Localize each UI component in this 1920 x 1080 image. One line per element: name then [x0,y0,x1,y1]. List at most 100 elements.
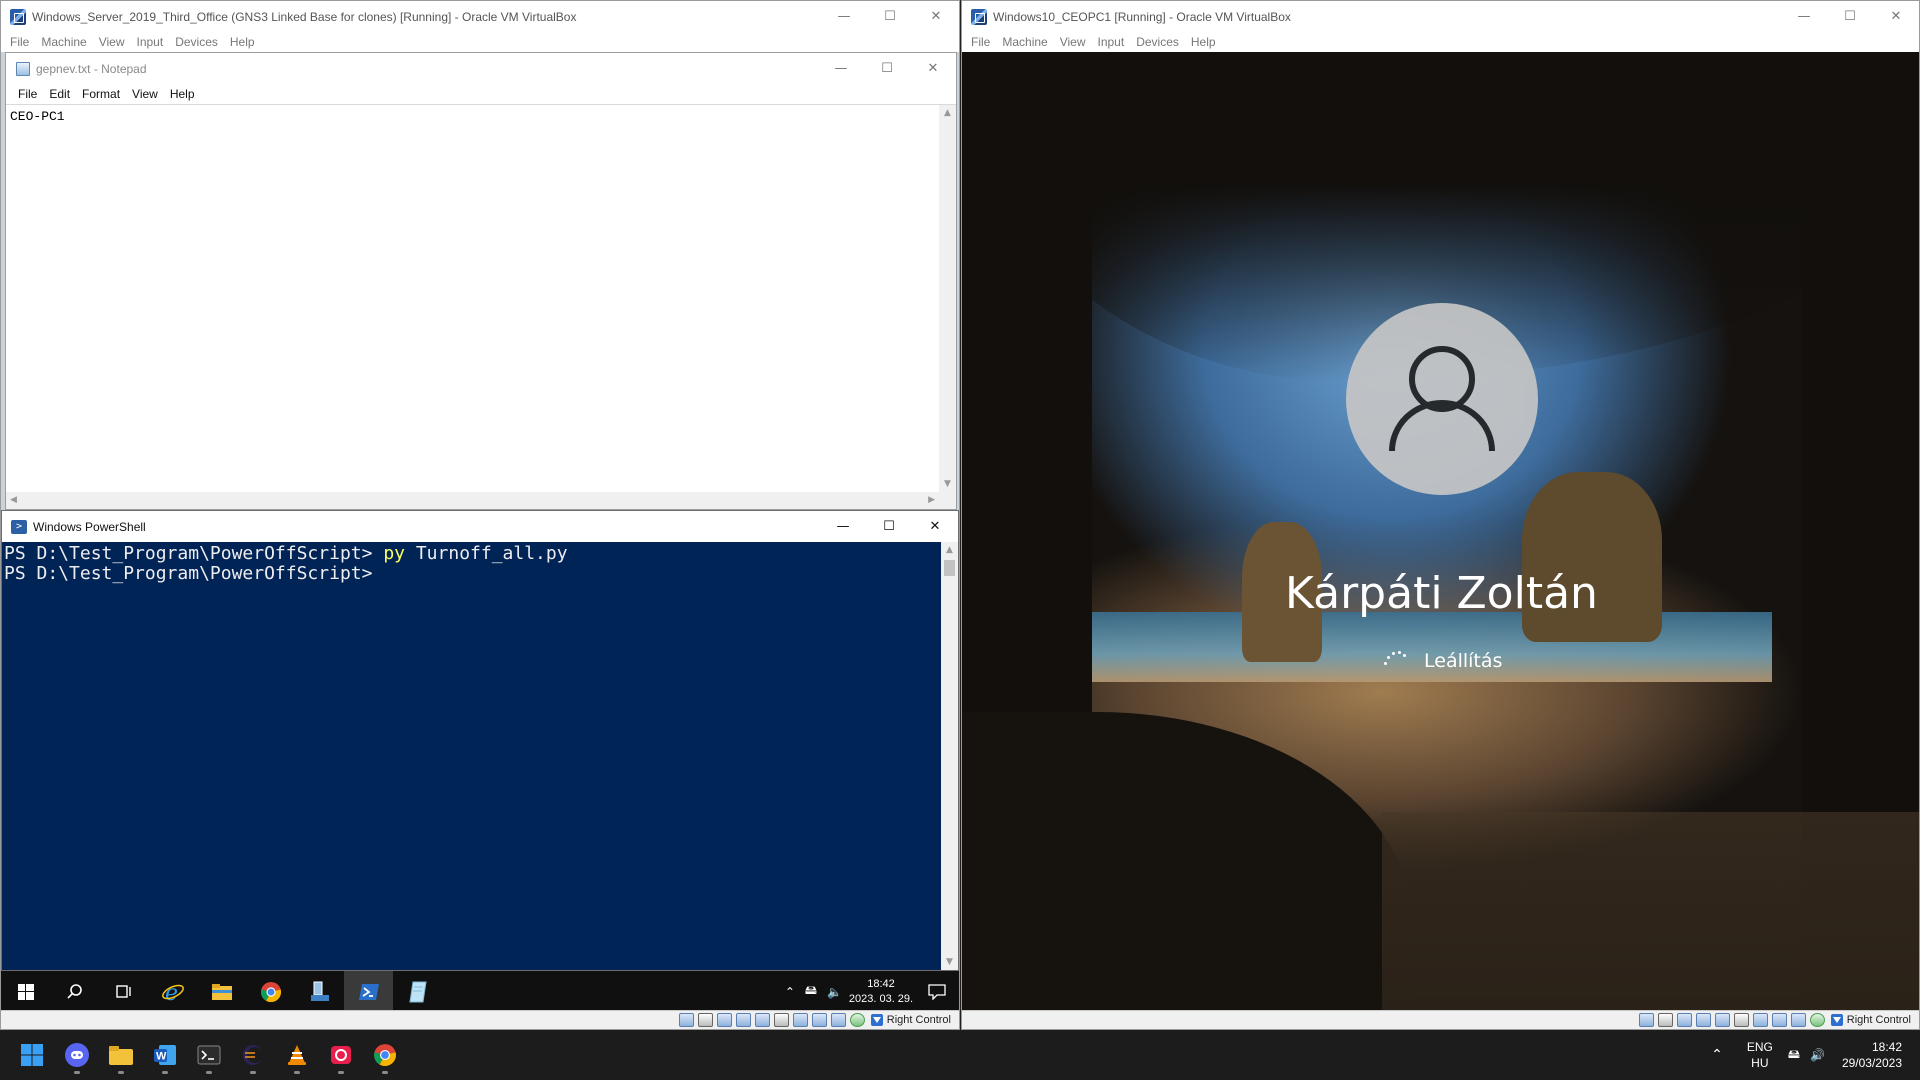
scroll-down-icon[interactable]: ▼ [946,957,953,967]
close-button[interactable]: ✕ [912,511,958,542]
scrollbar-thumb[interactable] [944,560,955,576]
maximize-button[interactable]: ☐ [1827,1,1873,32]
audio-icon[interactable] [716,1013,732,1027]
title-bar[interactable]: Windows_Server_2019_Third_Office (GNS3 L… [1,1,959,32]
shared-folders-icon[interactable] [773,1013,789,1027]
chevron-up-icon[interactable]: ⌃ [785,985,795,999]
host-key-icon[interactable] [1830,1014,1843,1026]
taskbar-file-explorer[interactable] [197,971,246,1012]
speaker-muted-icon[interactable]: 🔈 [827,985,842,999]
virtualbox-window-win10[interactable]: Windows10_CEOPC1 [Running] - Oracle VM V… [961,0,1920,1030]
scroll-up-icon[interactable]: ▲ [946,545,953,555]
virtualbox-window-server[interactable]: Windows_Server_2019_Third_Office (GNS3 L… [0,0,960,1030]
mouse-integration-icon[interactable] [1809,1013,1825,1027]
host-taskbar-eclipse[interactable] [233,1035,273,1075]
cpu-icon[interactable] [1790,1013,1806,1027]
menu-help[interactable]: Help [230,35,255,49]
horizontal-scrollbar[interactable]: ◀ ▶ [6,492,939,509]
vertical-scrollbar[interactable]: ▲ ▼ [941,542,958,970]
language-indicator[interactable]: ENG HU [1747,1039,1773,1071]
start-button[interactable] [1,971,50,1012]
optical-drive-icon[interactable] [697,1013,713,1027]
task-view-button[interactable] [99,971,148,1012]
minimize-button[interactable]: — [818,53,864,84]
host-clock[interactable]: 18:42 29/03/2023 [1842,1039,1902,1071]
close-button[interactable]: ✕ [913,1,959,32]
powershell-console[interactable]: PS D:\Test_Program\PowerOffScript> py Tu… [2,542,941,970]
powershell-window[interactable]: > Windows PowerShell — ☐ ✕ PS D:\Test_Pr… [1,510,959,971]
menu-edit[interactable]: Edit [49,87,70,101]
menu-format[interactable]: Format [82,87,120,101]
menu-file[interactable]: File [10,35,29,49]
display-icon[interactable] [1752,1013,1768,1027]
host-taskbar-screen-recorder[interactable] [321,1035,361,1075]
network-icon[interactable]: 🖴 [1788,1045,1800,1066]
volume-icon[interactable]: 🔊 [1810,1048,1825,1062]
menu-view[interactable]: View [99,35,125,49]
host-taskbar-terminal[interactable] [189,1035,229,1075]
shared-folders-icon[interactable] [1733,1013,1749,1027]
network-adapter-icon[interactable] [1695,1013,1711,1027]
taskbar-server-manager[interactable] [295,971,344,1012]
video-capture-icon[interactable] [1771,1013,1787,1027]
taskbar-powershell[interactable] [344,971,393,1012]
menu-machine[interactable]: Machine [1002,35,1047,49]
notepad-text-area[interactable]: CEO-PC1 ▲ ▼ ◀ ▶ [6,104,956,509]
host-start-button[interactable] [12,1035,52,1075]
host-key-icon[interactable] [870,1014,883,1026]
title-bar[interactable]: Windows10_CEOPC1 [Running] - Oracle VM V… [962,1,1919,32]
menu-file[interactable]: File [18,87,37,101]
display-icon[interactable] [792,1013,808,1027]
host-taskbar-word[interactable]: W [145,1035,185,1075]
guest-clock[interactable]: 18:42 2023. 03. 29. [847,977,915,1007]
search-button[interactable] [50,971,99,1012]
network-adapter-icon[interactable] [735,1013,751,1027]
taskbar-chrome[interactable] [246,971,295,1012]
chevron-up-icon[interactable]: ⌃ [1711,1047,1723,1063]
menu-devices[interactable]: Devices [175,35,218,49]
menu-help[interactable]: Help [170,87,195,101]
minimize-button[interactable]: — [1781,1,1827,32]
notepad-title-bar[interactable]: gepnev.txt - Notepad — ☐ ✕ [6,53,956,84]
host-taskbar-file-explorer[interactable] [101,1035,141,1075]
audio-icon[interactable] [1676,1013,1692,1027]
guest-screen-server[interactable]: gepnev.txt - Notepad — ☐ ✕ File Edit For… [1,52,959,1012]
cpu-icon[interactable] [830,1013,846,1027]
host-taskbar-chrome[interactable] [365,1035,405,1075]
maximize-button[interactable]: ☐ [866,511,912,542]
menu-machine[interactable]: Machine [41,35,86,49]
guest-lock-screen[interactable]: Kárpáti Zoltán Leállítás [962,52,1919,1012]
action-center-button[interactable] [915,971,959,1012]
maximize-button[interactable]: ☐ [867,1,913,32]
hard-disk-icon[interactable] [678,1013,694,1027]
maximize-button[interactable]: ☐ [864,53,910,84]
close-button[interactable]: ✕ [1873,1,1919,32]
video-capture-icon[interactable] [811,1013,827,1027]
host-taskbar-discord[interactable] [57,1035,97,1075]
scroll-left-icon[interactable]: ◀ [10,495,17,505]
hard-disk-icon[interactable] [1638,1013,1654,1027]
scroll-up-icon[interactable]: ▲ [944,108,951,118]
mouse-integration-icon[interactable] [849,1013,865,1027]
menu-view[interactable]: View [1060,35,1086,49]
menu-input[interactable]: Input [137,35,164,49]
powershell-title-bar[interactable]: > Windows PowerShell — ☐ ✕ [2,511,958,542]
network-icon[interactable]: 🖴 [805,981,817,1002]
usb-icon[interactable] [1714,1013,1730,1027]
usb-icon[interactable] [754,1013,770,1027]
menu-input[interactable]: Input [1098,35,1125,49]
close-button[interactable]: ✕ [910,53,956,84]
taskbar-internet-explorer[interactable]: e [148,971,197,1012]
menu-file[interactable]: File [971,35,990,49]
host-taskbar-vlc[interactable] [277,1035,317,1075]
notepad-window[interactable]: gepnev.txt - Notepad — ☐ ✕ File Edit For… [5,52,957,510]
menu-devices[interactable]: Devices [1136,35,1179,49]
scroll-down-icon[interactable]: ▼ [944,479,951,489]
vertical-scrollbar[interactable]: ▲ ▼ [939,105,956,492]
minimize-button[interactable]: — [820,511,866,542]
optical-drive-icon[interactable] [1657,1013,1673,1027]
scroll-right-icon[interactable]: ▶ [928,495,935,505]
minimize-button[interactable]: — [821,1,867,32]
menu-view[interactable]: View [132,87,158,101]
taskbar-notepad[interactable] [393,971,442,1012]
